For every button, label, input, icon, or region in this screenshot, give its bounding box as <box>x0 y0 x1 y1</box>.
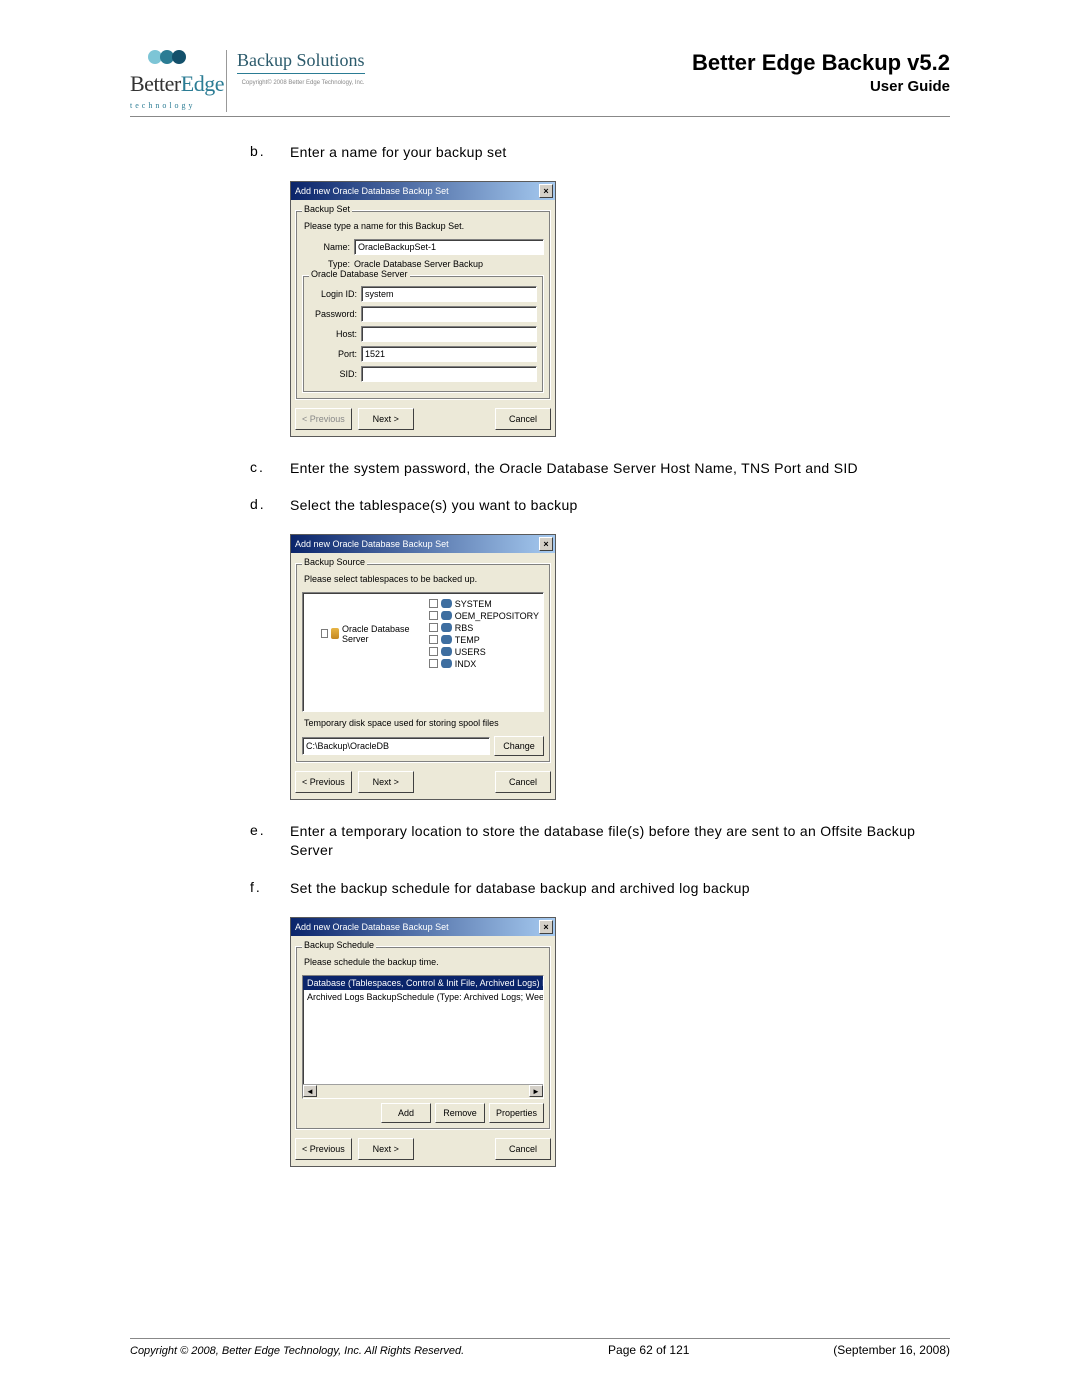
groupbox-server-legend: Oracle Database Server <box>309 269 410 279</box>
schedule-listbox[interactable]: Database (Tablespaces, Control & Init Fi… <box>302 975 544 1099</box>
dialog-title: Add new Oracle Database Backup Set <box>295 539 449 549</box>
spool-path-input[interactable] <box>302 737 490 755</box>
password-input[interactable] <box>361 306 537 322</box>
tree-item[interactable]: SYSTEM <box>429 598 539 610</box>
cancel-button[interactable]: Cancel <box>495 1138 551 1160</box>
previous-button: < Previous <box>295 408 352 430</box>
checkbox-icon[interactable] <box>429 611 438 620</box>
tablespace-icon <box>441 659 452 668</box>
instruction-text: Please type a name for this Backup Set. <box>304 221 542 231</box>
login-input[interactable] <box>361 286 537 302</box>
scroll-right-icon[interactable]: ► <box>529 1085 543 1097</box>
name-input[interactable] <box>354 239 544 255</box>
next-button[interactable]: Next > <box>358 408 414 430</box>
horizontal-scrollbar[interactable]: ◄ ► <box>303 1084 543 1098</box>
page-footer: Copyright © 2008, Better Edge Technology… <box>130 1338 950 1357</box>
cancel-button[interactable]: Cancel <box>495 408 551 430</box>
next-button[interactable]: Next > <box>358 1138 414 1160</box>
betteredge-logo: BetterEdgetechnology <box>130 50 212 112</box>
scroll-left-icon[interactable]: ◄ <box>303 1085 317 1097</box>
name-label: Name: <box>302 242 354 252</box>
dialog-backup-set: Add new Oracle Database Backup Set × Bac… <box>290 181 556 437</box>
tablespace-icon <box>441 611 452 620</box>
checkbox-icon[interactable] <box>429 635 438 644</box>
instruction-text: Please select tablespaces to be backed u… <box>304 574 542 584</box>
groupbox-source-legend: Backup Source <box>302 557 367 567</box>
tablespace-icon <box>441 599 452 608</box>
checkbox-icon[interactable] <box>429 659 438 668</box>
doc-subtitle: User Guide <box>692 78 950 95</box>
groupbox-backup-set-legend: Backup Set <box>302 204 352 214</box>
remove-button[interactable]: Remove <box>435 1103 485 1123</box>
logo-group: BetterEdgetechnology Backup Solutions Co… <box>130 50 365 112</box>
checkbox-icon[interactable] <box>321 629 328 638</box>
close-icon[interactable]: × <box>539 920 553 934</box>
tablespace-icon <box>441 635 452 644</box>
tree-item[interactable]: OEM_REPOSITORY <box>429 610 539 622</box>
tree-item-label: RBS <box>455 623 474 633</box>
step-e: e. Enter a temporary location to store t… <box>250 822 950 861</box>
previous-button[interactable]: < Previous <box>295 1138 352 1160</box>
checkbox-icon[interactable] <box>429 647 438 656</box>
next-button[interactable]: Next > <box>358 771 414 793</box>
port-label: Port: <box>309 349 361 359</box>
tree-item-label: SYSTEM <box>455 599 492 609</box>
tree-item-label: INDX <box>455 659 477 669</box>
dialog-titlebar: Add new Oracle Database Backup Set × <box>291 918 555 936</box>
step-b: b. Enter a name for your backup set <box>250 143 950 163</box>
tree-item-label: OEM_REPOSITORY <box>455 611 539 621</box>
tree-item[interactable]: INDX <box>429 658 539 670</box>
tablespace-icon <box>441 623 452 632</box>
tree-item-label: TEMP <box>455 635 480 645</box>
host-input[interactable] <box>361 326 537 342</box>
host-label: Host: <box>309 329 361 339</box>
sid-input[interactable] <box>361 366 537 382</box>
dialog-titlebar: Add new Oracle Database Backup Set × <box>291 535 555 553</box>
checkbox-icon[interactable] <box>429 599 438 608</box>
footer-date: (September 16, 2008) <box>833 1343 950 1357</box>
spool-label: Temporary disk space used for storing sp… <box>304 718 542 728</box>
step-f: f. Set the backup schedule for database … <box>250 879 950 899</box>
backup-solutions-logo: Backup Solutions Copyright© 2008 Better … <box>226 50 365 112</box>
dialog-title: Add new Oracle Database Backup Set <box>295 186 449 196</box>
type-value: Oracle Database Server Backup <box>354 259 483 269</box>
page-number: Page 62 of 121 <box>608 1343 689 1357</box>
step-d: d. Select the tablespace(s) you want to … <box>250 496 950 516</box>
step-c: c. Enter the system password, the Oracle… <box>250 459 950 479</box>
tree-item[interactable]: USERS <box>429 646 539 658</box>
database-icon <box>331 628 339 639</box>
properties-button[interactable]: Properties <box>489 1103 544 1123</box>
cancel-button[interactable]: Cancel <box>495 771 551 793</box>
sid-label: SID: <box>309 369 361 379</box>
product-title: Better Edge Backup v5.2 <box>692 50 950 76</box>
password-label: Password: <box>309 309 361 319</box>
page-header: BetterEdgetechnology Backup Solutions Co… <box>130 50 950 117</box>
login-label: Login ID: <box>309 289 361 299</box>
close-icon[interactable]: × <box>539 537 553 551</box>
tablespace-tree[interactable]: Oracle Database Server SYSTEM OEM_REPOSIT… <box>302 592 544 712</box>
dialog-title: Add new Oracle Database Backup Set <box>295 922 449 932</box>
port-input[interactable] <box>361 346 537 362</box>
tree-item-label: USERS <box>455 647 486 657</box>
list-item[interactable]: Archived Logs BackupSchedule (Type: Arch… <box>303 990 543 1004</box>
add-button[interactable]: Add <box>381 1103 431 1123</box>
type-label: Type: <box>302 259 354 269</box>
close-icon[interactable]: × <box>539 184 553 198</box>
dialog-backup-schedule: Add new Oracle Database Backup Set × Bac… <box>290 917 556 1167</box>
tree-item[interactable]: TEMP <box>429 634 539 646</box>
copyright-text: Copyright © 2008, Better Edge Technology… <box>130 1345 464 1357</box>
dialog-backup-source: Add new Oracle Database Backup Set × Bac… <box>290 534 556 800</box>
instruction-text: Please schedule the backup time. <box>304 957 542 967</box>
tree-root-label: Oracle Database Server <box>342 624 412 644</box>
previous-button[interactable]: < Previous <box>295 771 352 793</box>
tree-item[interactable]: RBS <box>429 622 539 634</box>
change-button[interactable]: Change <box>494 736 544 756</box>
checkbox-icon[interactable] <box>429 623 438 632</box>
groupbox-schedule-legend: Backup Schedule <box>302 940 376 950</box>
tablespace-icon <box>441 647 452 656</box>
list-item[interactable]: Database (Tablespaces, Control & Init Fi… <box>303 976 543 990</box>
dialog-titlebar: Add new Oracle Database Backup Set × <box>291 182 555 200</box>
